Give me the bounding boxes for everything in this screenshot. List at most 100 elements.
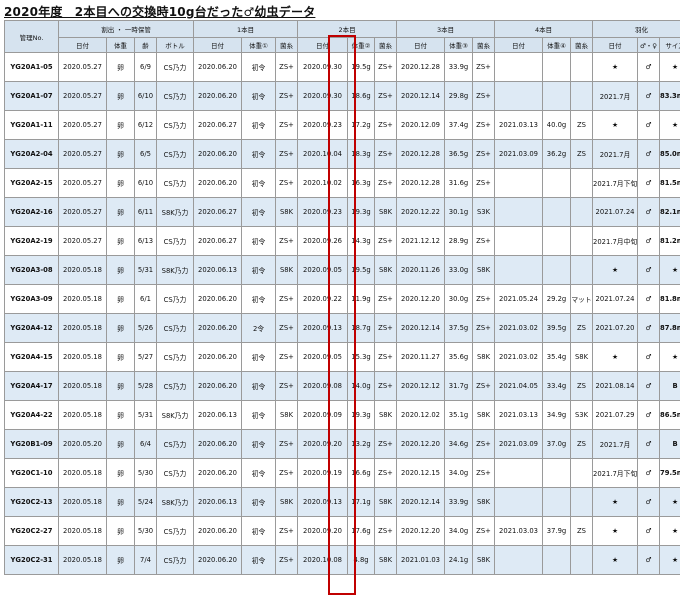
- table-cell: 34.0g: [444, 516, 474, 546]
- table-cell: [494, 458, 544, 488]
- table-cell: 2020.06.20: [193, 516, 243, 546]
- table-cell: S8K: [374, 255, 398, 285]
- table-cell: マット: [570, 284, 594, 314]
- header-sub: 体重: [106, 37, 135, 53]
- table-cell: S8K: [275, 255, 299, 285]
- table-cell: 2020.05.18: [58, 400, 107, 430]
- table-row: YG20A2-19 2020.05.27 卵 6/13 CS乃力 2020.06.27 初令…: [4, 226, 680, 256]
- table-cell: 2020.05.27: [58, 110, 107, 140]
- table-cell: 2020.06.20: [193, 52, 243, 82]
- table-cell: 2021.03.09: [494, 139, 544, 169]
- table-cell: 2020.06.20: [193, 371, 243, 401]
- cell-id: YG20C2-31: [4, 545, 59, 575]
- table-cell: 81.2mm: [659, 226, 680, 256]
- table-cell: 2020.10.04: [297, 139, 349, 169]
- table-cell: 34.0g: [444, 458, 474, 488]
- table-cell: 40.0g: [542, 110, 572, 140]
- table-cell: ZS+: [275, 342, 299, 372]
- table-cell: 37.5g: [444, 313, 474, 343]
- table-cell: 2020.05.18: [58, 516, 107, 546]
- table-cell: 2021.07.24: [592, 197, 639, 227]
- table-cell: 2020.12.15: [396, 458, 446, 488]
- table-cell: ZS: [570, 313, 594, 343]
- table-cell: [542, 458, 572, 488]
- table-cell: [494, 487, 544, 517]
- table-cell: ♂: [637, 255, 661, 285]
- table-cell: 初令: [241, 168, 277, 198]
- table-cell: ★: [592, 516, 639, 546]
- table-row: YG20A2-15 2020.05.27 卵 6/10 CS乃力 2020.06.20 初令…: [4, 168, 680, 198]
- table-cell: ♂: [637, 313, 661, 343]
- table-cell: S8K: [374, 197, 398, 227]
- table-cell: 35.1g: [444, 400, 474, 430]
- table-cell: 2020.06.27: [193, 226, 243, 256]
- table-cell: 2020.05.18: [58, 313, 107, 343]
- table-cell: B: [659, 429, 680, 459]
- table-cell: 初令: [241, 487, 277, 517]
- table-cell: 2020.06.20: [193, 139, 243, 169]
- table-cell: CS乃力: [155, 545, 195, 575]
- table-cell: ★: [592, 255, 639, 285]
- table-row: YG20A3-09 2020.05.18 卵 6/1 CS乃力 2020.06.20 初令 Z…: [4, 284, 680, 314]
- table-row: YG20C1-10 2020.05.18 卵 5/30 CS乃力 2020.06.20 初令…: [4, 458, 680, 488]
- table-row: YG20A2-16 2020.05.27 卵 6/11 S8K乃力 2020.06.27 初…: [4, 197, 680, 227]
- cell-id: YG20A2-19: [4, 226, 59, 256]
- table-cell: ★: [659, 545, 680, 575]
- table-cell: ZS+: [374, 52, 398, 82]
- table-cell: ZS: [570, 139, 594, 169]
- table-cell: ZS+: [472, 110, 496, 140]
- table-cell: ★: [592, 342, 639, 372]
- table-cell: 卵: [106, 371, 135, 401]
- table-cell: ♂: [637, 342, 661, 372]
- table-cell: [570, 458, 594, 488]
- table-cell: ZS: [570, 110, 594, 140]
- table-cell: 卵: [106, 487, 135, 517]
- table-cell: 16.6g: [347, 458, 376, 488]
- table-cell: 卵: [106, 255, 135, 285]
- table-row: YG20C2-31 2020.05.18 卵 7/4 CS乃力 2020.06.20 初令 Z…: [4, 545, 680, 575]
- table-cell: 18.7g: [347, 313, 376, 343]
- table-cell: 14.3g: [347, 226, 376, 256]
- table-cell: [542, 226, 572, 256]
- table-cell: 初令: [241, 429, 277, 459]
- table-cell: 2020.12.02: [396, 400, 446, 430]
- table-cell: ♂: [637, 226, 661, 256]
- table-cell: 卵: [106, 168, 135, 198]
- table-cell: CS乃力: [155, 284, 195, 314]
- table-cell: 2020.09.05: [297, 342, 349, 372]
- cell-id: YG20A1-05: [4, 52, 59, 82]
- table-cell: B: [659, 371, 680, 401]
- table-cell: ★: [659, 52, 680, 82]
- table-cell: 30.1g: [444, 197, 474, 227]
- cell-id: YG20A2-16: [4, 197, 59, 227]
- table-cell: 2021.7月下旬: [592, 458, 639, 488]
- cell-id: YG20A4-12: [4, 313, 59, 343]
- table-cell: 5/24: [134, 487, 157, 517]
- table-cell: ZS+: [374, 168, 398, 198]
- table-cell: 2020.09.22: [297, 284, 349, 314]
- table-row: YG20A1-05 2020.05.27 卵 6/9 CS乃力 2020.06.20 初令 Z…: [4, 52, 680, 82]
- table-cell: [494, 168, 544, 198]
- table-cell: ZS+: [374, 342, 398, 372]
- table-cell: 2020.11.27: [396, 342, 446, 372]
- table-cell: 2020.09.08: [297, 371, 349, 401]
- table-cell: ZS+: [275, 516, 299, 546]
- table-cell: ZS+: [275, 371, 299, 401]
- table-cell: ♂: [637, 52, 661, 82]
- table-cell: 2020.10.08: [297, 545, 349, 575]
- table-cell: 2020.09.20: [297, 429, 349, 459]
- table-cell: 2020.06.13: [193, 255, 243, 285]
- table-cell: 2020.05.27: [58, 139, 107, 169]
- table-cell: 83.3mm: [659, 81, 680, 111]
- table-cell: 初令: [241, 284, 277, 314]
- table-cell: 36.2g: [542, 139, 572, 169]
- table-cell: 29.2g: [542, 284, 572, 314]
- table-cell: ZS+: [472, 458, 496, 488]
- table-cell: 19.5g: [347, 52, 376, 82]
- table-cell: 2020.09.09: [297, 400, 349, 430]
- header-group-emergence: 羽化: [592, 20, 680, 38]
- cell-id: YG20A4-15: [4, 342, 59, 372]
- table-cell: 初令: [241, 197, 277, 227]
- table-cell: 18.6g: [347, 81, 376, 111]
- table-cell: CS乃力: [155, 81, 195, 111]
